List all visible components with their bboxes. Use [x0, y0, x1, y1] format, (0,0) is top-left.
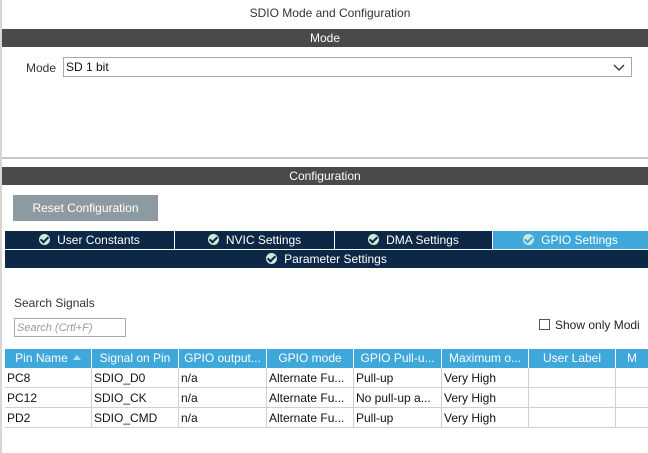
table-cell[interactable] — [529, 388, 616, 408]
table-cell[interactable]: n/a — [179, 388, 267, 408]
reset-configuration-button[interactable]: Reset Configuration — [13, 195, 158, 221]
table-cell[interactable]: Pull-up — [354, 408, 442, 428]
column-header-gpio-mode[interactable]: GPIO mode — [267, 349, 354, 368]
check-circle-icon — [39, 234, 51, 245]
tab-label: NVIC Settings — [225, 233, 302, 247]
table-cell[interactable] — [529, 368, 616, 388]
show-only-modified-toggle[interactable]: Show only Modi — [539, 318, 640, 332]
table-cell[interactable] — [529, 408, 616, 428]
table-cell[interactable]: Very High — [442, 408, 529, 428]
tab-user-constants[interactable]: User Constants — [5, 231, 175, 249]
tab-parameter-settings[interactable]: Parameter Settings — [5, 250, 648, 268]
column-header-maximum-output[interactable]: Maximum o... — [442, 349, 529, 368]
table-cell[interactable]: SDIO_CMD — [92, 408, 179, 428]
table-cell[interactable]: PC8 — [5, 368, 92, 388]
table-cell[interactable]: n/a — [179, 408, 267, 428]
table-cell[interactable]: No pull-up a... — [354, 388, 442, 408]
table-cell[interactable]: Very High — [442, 388, 529, 408]
table-cell[interactable]: Alternate Fu... — [267, 368, 354, 388]
tab-label: Parameter Settings — [284, 252, 387, 266]
table-cell[interactable]: Very High — [442, 368, 529, 388]
column-header-gpio-output[interactable]: GPIO output... — [179, 349, 267, 368]
checkbox[interactable] — [539, 319, 550, 330]
mode-select[interactable]: SD 1 bit — [63, 57, 632, 77]
column-header-signal-on-pin[interactable]: Signal on Pin — [92, 349, 179, 368]
check-circle-icon — [368, 234, 380, 245]
window-title: SDIO Mode and Configuration — [249, 6, 411, 20]
tab-label: GPIO Settings — [541, 233, 618, 247]
table-cell[interactable]: Alternate Fu... — [267, 388, 354, 408]
configuration-section-header: Configuration — [2, 167, 648, 185]
table-cell[interactable]: SDIO_CK — [92, 388, 179, 408]
sort-ascending-icon — [72, 355, 81, 360]
tab-label: User Constants — [57, 233, 140, 247]
table-cell[interactable] — [616, 388, 648, 408]
column-header-pin-name[interactable]: Pin Name — [5, 349, 92, 368]
search-signals-input[interactable] — [14, 318, 126, 337]
column-header-gpio-pull[interactable]: GPIO Pull-u... — [354, 349, 442, 368]
check-circle-icon — [207, 234, 219, 245]
table-cell[interactable]: PD2 — [5, 408, 92, 428]
show-only-label: Show only Modi — [555, 318, 640, 332]
table-cell[interactable] — [616, 408, 648, 428]
tab-dma-settings[interactable]: DMA Settings — [335, 231, 493, 249]
table-cell[interactable]: Alternate Fu... — [267, 408, 354, 428]
column-header-modified[interactable]: M — [616, 349, 648, 368]
tab-label: DMA Settings — [386, 233, 459, 247]
table-cell[interactable]: Pull-up — [354, 368, 442, 388]
left-panel-border — [0, 0, 2, 453]
table-cell[interactable]: SDIO_D0 — [92, 368, 179, 388]
table-cell[interactable]: PC12 — [5, 388, 92, 408]
search-signals-label: Search Signals — [14, 296, 95, 310]
check-circle-icon — [266, 253, 278, 264]
mode-section-header: Mode — [2, 29, 648, 47]
tab-nvic-settings[interactable]: NVIC Settings — [175, 231, 335, 249]
mode-label: Mode — [26, 61, 57, 75]
mode-select-value: SD 1 bit — [66, 60, 109, 74]
section-divider[interactable] — [2, 157, 648, 159]
column-header-user-label[interactable]: User Label — [529, 349, 616, 368]
check-circle-icon — [523, 234, 535, 245]
table-cell[interactable]: n/a — [179, 368, 267, 388]
table-cell[interactable] — [616, 368, 648, 388]
tab-gpio-settings[interactable]: GPIO Settings — [493, 231, 648, 249]
chevron-down-icon — [613, 64, 625, 71]
